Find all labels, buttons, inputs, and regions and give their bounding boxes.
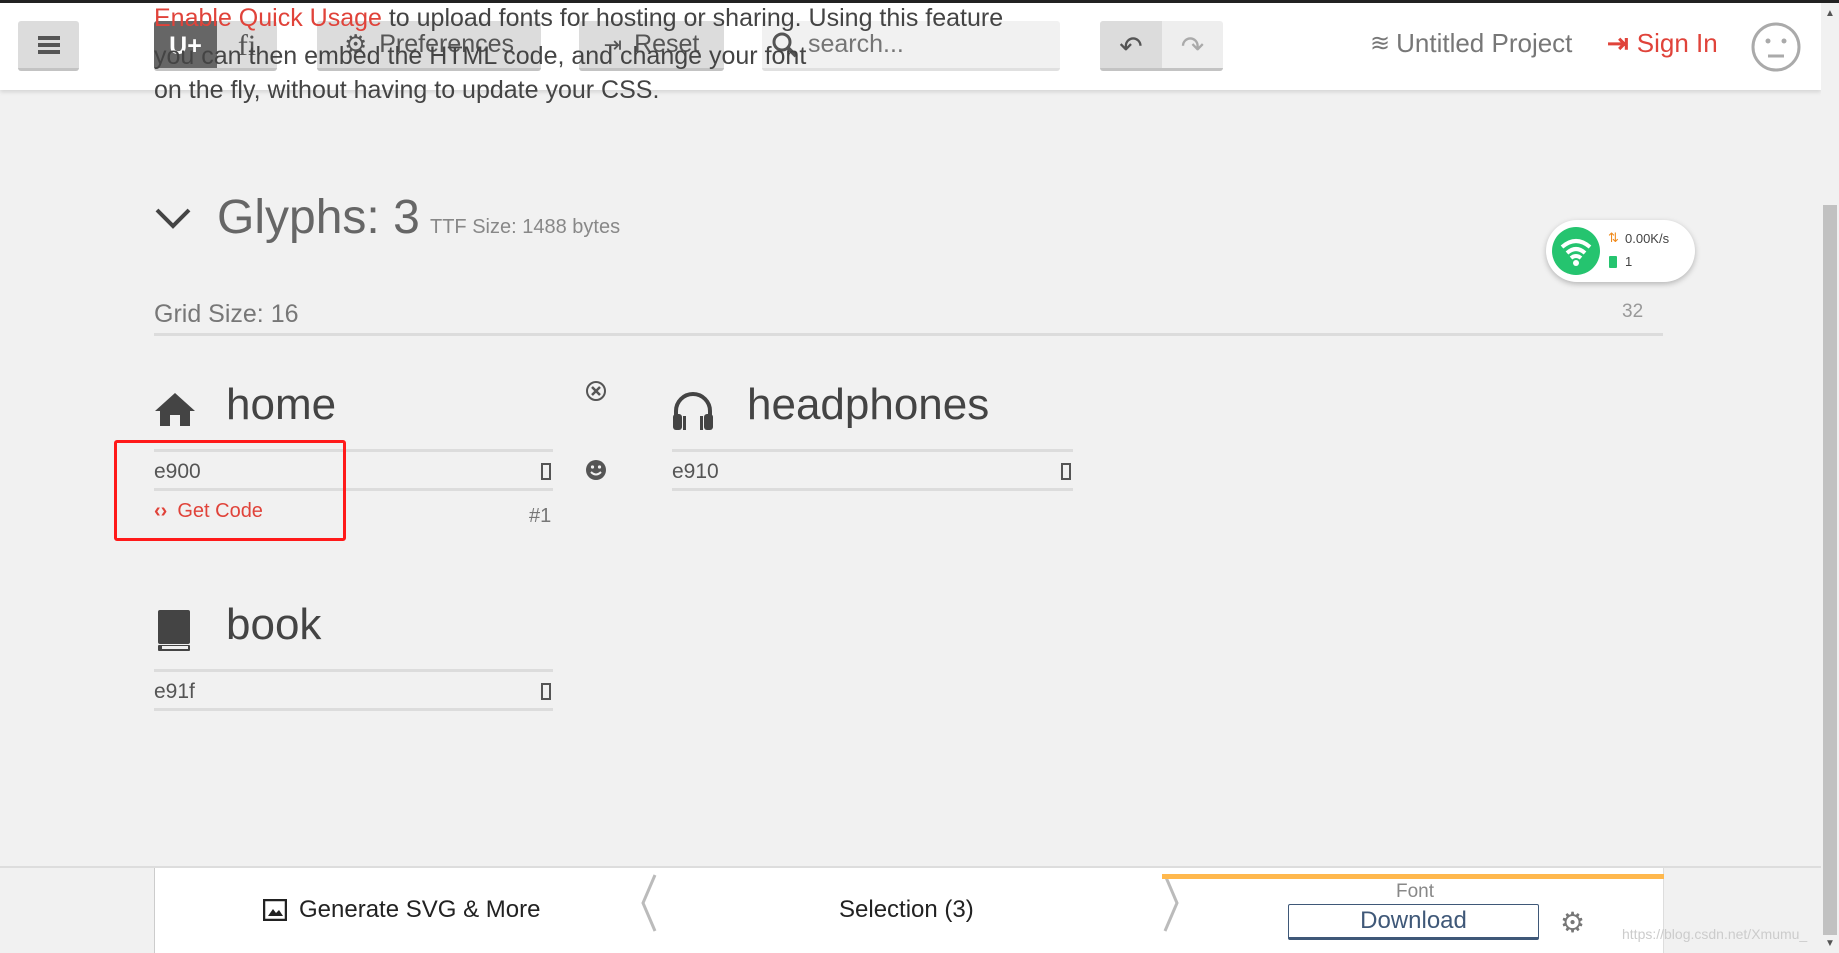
sign-in-icon: ⇥	[1607, 28, 1629, 58]
glyph-preview-box	[541, 463, 551, 480]
watermark: https://blog.csdn.net/Xmumu_	[1622, 926, 1808, 942]
redo-button[interactable]: ↷	[1162, 21, 1223, 68]
divider	[154, 708, 553, 711]
intro-text-line2: you can then embed the HTML code, and ch…	[154, 42, 807, 70]
ttf-size: TTF Size: 1488 bytes	[430, 216, 621, 238]
hamburger-icon	[37, 35, 60, 54]
book-icon	[158, 610, 190, 651]
divider	[672, 488, 1073, 491]
history-group: ↶ ↷	[1100, 21, 1223, 71]
close-icon[interactable]	[585, 380, 607, 402]
divider	[672, 449, 1073, 452]
glyph-name[interactable]: headphones	[747, 380, 989, 430]
redo-icon: ↷	[1180, 30, 1205, 62]
window-top-border	[0, 0, 1839, 3]
layers-icon: ≋	[1370, 30, 1391, 57]
collapse-chevron-icon[interactable]	[154, 205, 192, 231]
home-icon	[155, 393, 195, 426]
scrollbar-thumb[interactable]	[1823, 205, 1837, 935]
glyph-code[interactable]: e910	[672, 460, 719, 484]
project-name: Untitled Project	[1396, 28, 1573, 58]
network-speed-widget[interactable]: ⇅ 0.00K/s 1	[1546, 220, 1695, 282]
bottom-bar: Generate SVG & More Selection (3) Font D…	[154, 868, 1664, 953]
font-tab[interactable]: Font Download ⚙	[1162, 868, 1664, 953]
glyph-preview-box	[1061, 463, 1071, 480]
grid-size-slider[interactable]	[154, 333, 1663, 336]
avatar[interactable]	[1750, 21, 1802, 73]
undo-icon: ↶	[1119, 30, 1143, 62]
project-name-button[interactable]: ≋ Untitled Project	[1370, 28, 1572, 59]
font-label: Font	[1396, 881, 1435, 902]
undo-button[interactable]: ↶	[1100, 21, 1162, 68]
active-tab-indicator	[1162, 874, 1664, 879]
enable-quick-usage-link[interactable]: Enable Quick Usage	[154, 4, 382, 32]
device-icon	[1609, 256, 1617, 268]
image-icon	[263, 899, 287, 921]
highlight-box	[114, 440, 346, 541]
glyph-preview-box	[541, 683, 551, 700]
smiley-icon[interactable]	[585, 459, 607, 481]
network-speed: 0.00K/s	[1625, 231, 1670, 246]
download-button[interactable]: Download	[1288, 904, 1539, 940]
glyph-code[interactable]: e91f	[154, 680, 195, 704]
search-input[interactable]	[808, 30, 1038, 59]
generate-svg-label: Generate SVG & More	[299, 896, 541, 923]
selection-button[interactable]: Selection (3)	[839, 896, 974, 924]
intro-text-line1: Enable Quick Usage to upload fonts for h…	[154, 4, 1003, 33]
intro-text: to upload fonts for hosting or sharing. …	[381, 4, 1004, 32]
grid-size-label: Grid Size: 16	[154, 300, 299, 328]
transfer-arrows-icon: ⇅	[1608, 230, 1619, 245]
headphones-icon	[673, 392, 713, 430]
chevron-left-icon	[641, 874, 657, 932]
wifi-icon	[1552, 227, 1600, 275]
grid-size-max: 32	[1622, 301, 1644, 322]
font-settings-gear-icon[interactable]: ⚙	[1560, 906, 1585, 939]
glyph-name[interactable]: home	[226, 380, 336, 430]
glyphs-title: Glyphs: 3	[217, 191, 420, 244]
sign-in-label: Sign In	[1636, 28, 1718, 58]
intro-text-line3: on the fly, without having to update you…	[154, 76, 660, 104]
generate-svg-button[interactable]: Generate SVG & More	[263, 896, 540, 924]
glyph-name[interactable]: book	[226, 600, 321, 650]
glyph-index: #1	[529, 505, 552, 527]
sign-in-button[interactable]: ⇥ Sign In	[1607, 28, 1718, 59]
scroll-up-arrow-icon[interactable]: ▲	[1825, 8, 1835, 19]
device-count: 1	[1625, 254, 1633, 269]
divider	[154, 669, 553, 672]
main-menu-button[interactable]	[18, 21, 79, 71]
scroll-down-arrow-icon[interactable]: ▼	[1825, 938, 1835, 949]
